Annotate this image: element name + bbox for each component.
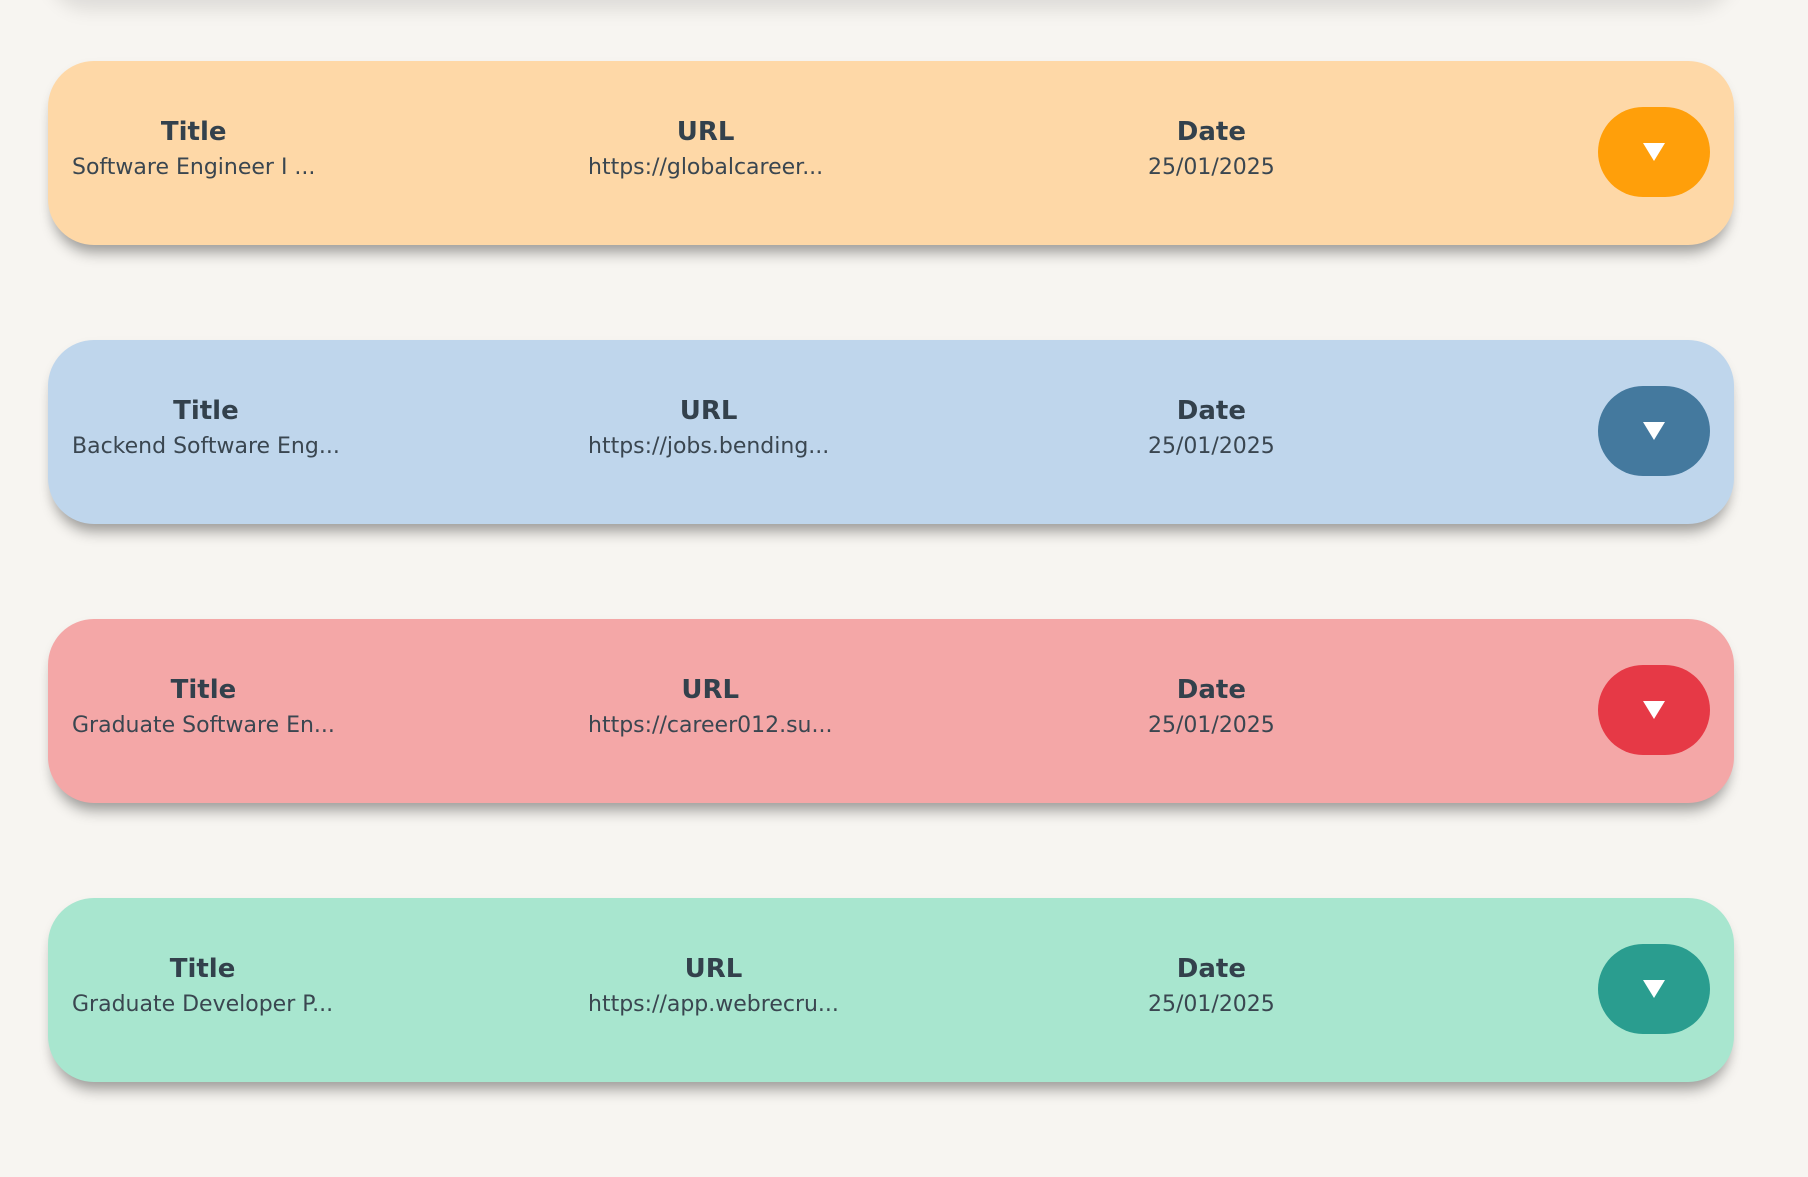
title-value: Graduate Software En... bbox=[72, 713, 335, 738]
expand-button[interactable] bbox=[1598, 107, 1710, 197]
url-value: https://jobs.bending... bbox=[588, 434, 830, 459]
url-column: URL https://jobs.bending... bbox=[588, 396, 829, 460]
date-label: Date bbox=[1176, 954, 1246, 984]
date-column: Date 25/01/2025 bbox=[1148, 954, 1275, 1018]
date-value: 25/01/2025 bbox=[1148, 713, 1275, 738]
triangle-down-icon bbox=[1643, 701, 1665, 719]
date-label: Date bbox=[1176, 117, 1246, 147]
url-label: URL bbox=[679, 396, 738, 426]
date-value: 25/01/2025 bbox=[1148, 992, 1275, 1017]
date-column: Date 25/01/2025 bbox=[1148, 117, 1275, 181]
title-value: Backend Software Eng... bbox=[72, 434, 340, 459]
job-card[interactable]: Title Backend Software Eng... URL https:… bbox=[48, 340, 1734, 524]
expand-button[interactable] bbox=[1598, 665, 1710, 755]
url-label: URL bbox=[681, 675, 740, 705]
title-column: Title Software Engineer I ... bbox=[72, 117, 315, 181]
url-label: URL bbox=[676, 117, 735, 147]
date-column: Date 25/01/2025 bbox=[1148, 675, 1275, 739]
url-value: https://app.webrecru... bbox=[588, 992, 839, 1017]
date-column: Date 25/01/2025 bbox=[1148, 396, 1275, 460]
triangle-down-icon bbox=[1643, 143, 1665, 161]
title-value: Software Engineer I ... bbox=[72, 155, 316, 180]
triangle-down-icon bbox=[1643, 422, 1665, 440]
job-card[interactable]: Title Software Engineer I ... URL https:… bbox=[48, 61, 1734, 245]
title-label: Title bbox=[173, 396, 239, 426]
triangle-down-icon bbox=[1643, 980, 1665, 998]
expand-button[interactable] bbox=[1598, 386, 1710, 476]
title-label: Title bbox=[169, 954, 236, 984]
date-label: Date bbox=[1176, 675, 1246, 705]
job-list: Title Software Engineer I ... URL https:… bbox=[48, 61, 1734, 1177]
title-label: Title bbox=[160, 117, 227, 147]
job-card[interactable]: Title Graduate Software En... URL https:… bbox=[48, 619, 1734, 803]
url-column: URL https://career012.su... bbox=[588, 675, 832, 739]
date-label: Date bbox=[1176, 396, 1246, 426]
url-label: URL bbox=[684, 954, 743, 984]
title-column: Title Graduate Developer P... bbox=[72, 954, 333, 1018]
url-value: https://globalcareer... bbox=[588, 155, 824, 180]
date-value: 25/01/2025 bbox=[1148, 434, 1275, 459]
expand-button[interactable] bbox=[1598, 944, 1710, 1034]
url-column: URL https://globalcareer... bbox=[588, 117, 823, 181]
url-value: https://career012.su... bbox=[588, 713, 833, 738]
date-value: 25/01/2025 bbox=[1148, 155, 1275, 180]
title-column: Title Backend Software Eng... bbox=[72, 396, 340, 460]
title-column: Title Graduate Software En... bbox=[72, 675, 335, 739]
url-column: URL https://app.webrecru... bbox=[588, 954, 839, 1018]
title-label: Title bbox=[170, 675, 237, 705]
title-value: Graduate Developer P... bbox=[72, 992, 334, 1017]
job-card[interactable]: Title Graduate Developer P... URL https:… bbox=[48, 898, 1734, 1082]
